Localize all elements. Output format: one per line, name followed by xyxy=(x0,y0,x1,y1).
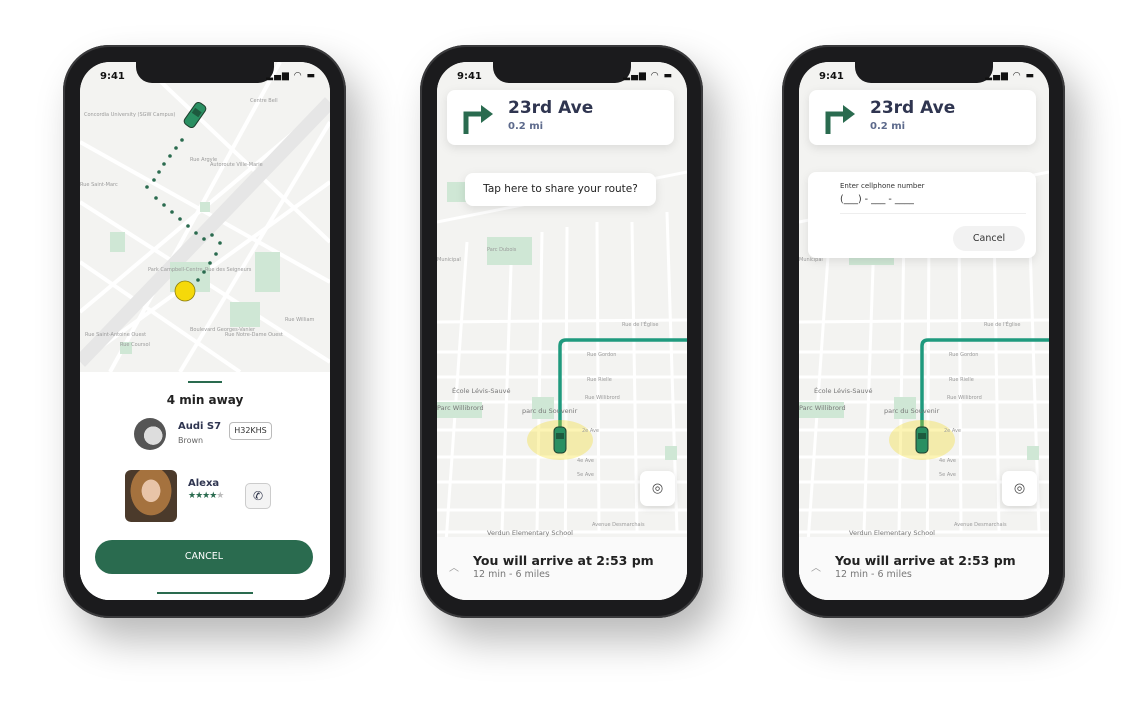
status-icons: ▂▄▆ ◠ ▬ xyxy=(266,71,316,81)
map-label: Parc Willibrord xyxy=(799,404,846,412)
turn-instruction-card: 23rd Ave 0.2 mi xyxy=(447,90,674,145)
map-label: École Lévis-Sauvé xyxy=(814,387,873,395)
cancel-ride-button[interactable]: CANCEL xyxy=(95,540,313,574)
map-label: Rue des Seigneurs xyxy=(205,267,252,273)
sheet-handle[interactable] xyxy=(188,381,222,383)
share-route-tooltip[interactable]: Tap here to share your route? xyxy=(465,173,656,206)
trip-summary: 12 min - 6 miles xyxy=(473,569,550,580)
street-name: 23rd Ave xyxy=(870,98,956,118)
notch xyxy=(493,62,631,83)
map-label: parc du Souvenir xyxy=(522,407,578,415)
phone-number-dialog: Enter cellphone number (___) - ___ - ___… xyxy=(808,172,1036,258)
car-color: Brown xyxy=(178,436,204,445)
license-plate: H32KHS xyxy=(229,422,272,440)
map-label: parc du Souvenir xyxy=(884,407,940,415)
map-label: Rue Gordon xyxy=(587,352,617,358)
driver-photo xyxy=(125,470,177,522)
home-indicator xyxy=(157,592,253,594)
status-time: 9:41 xyxy=(100,71,125,82)
map-label: 2e Ave xyxy=(582,428,600,434)
phone-field-label: Enter cellphone number xyxy=(840,182,925,190)
screen: MunicipalRue ArgyleVerdun Elementary Sch… xyxy=(799,62,1049,600)
map-label: Concordia University (SGW Campus) xyxy=(84,112,176,118)
notch xyxy=(136,62,274,83)
recenter-button[interactable]: ◎ xyxy=(640,471,675,506)
status-icons: ▂▄▆ ◠ ▬ xyxy=(985,71,1035,81)
recenter-button[interactable]: ◎ xyxy=(1002,471,1037,506)
arrival-time: You will arrive at 2:53 pm xyxy=(473,553,654,568)
phone-icon: ✆ xyxy=(252,489,264,503)
map-label: Rue Gordon xyxy=(949,352,979,358)
map-label: Rue Saint-Marc xyxy=(80,182,118,188)
map-label: Rue Rielle xyxy=(587,377,612,383)
map-label: Autoroute Ville-Marie xyxy=(210,162,263,168)
turn-distance: 0.2 mi xyxy=(508,121,544,132)
screen: 9:41 ▂▄▆ ◠ ▬ Concordia University (SGW C… xyxy=(80,62,330,600)
map-label: Avenue Desmarchais xyxy=(954,522,1007,528)
status-time: 9:41 xyxy=(819,71,844,82)
driver-rating-stars: ★★★★★ xyxy=(188,491,224,501)
screen: MunicipalRue ArgyleVerdun Elementary Sch… xyxy=(437,62,687,600)
crosshair-icon: ◎ xyxy=(651,481,664,496)
status-icons: ▂▄▆ ◠ ▬ xyxy=(623,71,673,81)
map-label: Rue Saint-Antoine Ouest xyxy=(85,332,147,338)
map-label: 2e Ave xyxy=(944,428,962,434)
map-label: 5e Ave xyxy=(577,472,595,478)
turn-distance: 0.2 mi xyxy=(870,121,906,132)
map-label: Rue William xyxy=(285,317,315,323)
phone-navigation-screen: MunicipalRue ArgyleVerdun Elementary Sch… xyxy=(420,45,703,618)
map-label: Rue Rielle xyxy=(949,377,974,383)
map-label: Rue Willibrord xyxy=(947,395,982,401)
map-label: Avenue Desmarchais xyxy=(592,522,645,528)
map-label: 4e Ave xyxy=(577,458,595,464)
call-driver-button[interactable]: ✆ xyxy=(245,483,271,509)
map-label: Rue Coursol xyxy=(120,342,150,348)
chevron-up-icon[interactable]: ︿ xyxy=(449,559,459,574)
eta-text: 4 min away xyxy=(166,393,244,407)
arrival-sheet[interactable]: ︿ You will arrive at 2:53 pm 12 min - 6 … xyxy=(799,537,1049,600)
map-label: Municipal xyxy=(437,257,461,263)
map-label: 4e Ave xyxy=(939,458,957,464)
map-label: Verdun Elementary School xyxy=(487,529,573,537)
map-label: Parc Dubois xyxy=(487,247,517,253)
map-label: Parc Willibrord xyxy=(437,404,484,412)
car-icon xyxy=(553,426,567,454)
map-label: Centre Bell xyxy=(250,98,278,104)
arrival-sheet[interactable]: ︿ You will arrive at 2:53 pm 12 min - 6 … xyxy=(437,537,687,600)
map-label: Park Campbell-Centre xyxy=(148,267,203,273)
car-avatar xyxy=(134,418,166,450)
map-label: Rue Notre-Dame Ouest xyxy=(225,332,283,338)
map-label: Rue de l'Église xyxy=(622,322,659,328)
map-label: Verdun Elementary School xyxy=(849,529,935,537)
trip-summary: 12 min - 6 miles xyxy=(835,569,912,580)
driver-name: Alexa xyxy=(188,478,220,489)
phone-number-input[interactable]: (___) - ___ - ____ xyxy=(840,194,1026,214)
phone-rider-screen: 9:41 ▂▄▆ ◠ ▬ Concordia University (SGW C… xyxy=(63,45,346,618)
crosshair-icon: ◎ xyxy=(1013,481,1026,496)
phone-share-route-screen: MunicipalRue ArgyleVerdun Elementary Sch… xyxy=(782,45,1065,618)
turn-instruction-card: 23rd Ave 0.2 mi xyxy=(809,90,1036,145)
turn-right-arrow-icon xyxy=(463,105,493,134)
map-label: École Lévis-Sauvé xyxy=(452,387,511,395)
notch xyxy=(855,62,993,83)
status-time: 9:41 xyxy=(457,71,482,82)
arrival-time: You will arrive at 2:53 pm xyxy=(835,553,1016,568)
map-label: Rue Willibrord xyxy=(585,395,620,401)
car-icon xyxy=(915,426,929,454)
dialog-cancel-button[interactable]: Cancel xyxy=(953,226,1025,251)
chevron-up-icon[interactable]: ︿ xyxy=(811,559,821,574)
street-name: 23rd Ave xyxy=(508,98,594,118)
map-label: Rue Argyle xyxy=(190,157,218,163)
map-label: 5e Ave xyxy=(939,472,957,478)
map-label: Rue de l'Église xyxy=(984,322,1021,328)
turn-right-arrow-icon xyxy=(825,105,855,134)
pickup-pin xyxy=(174,280,196,302)
car-model: Audi S7 xyxy=(178,421,222,432)
